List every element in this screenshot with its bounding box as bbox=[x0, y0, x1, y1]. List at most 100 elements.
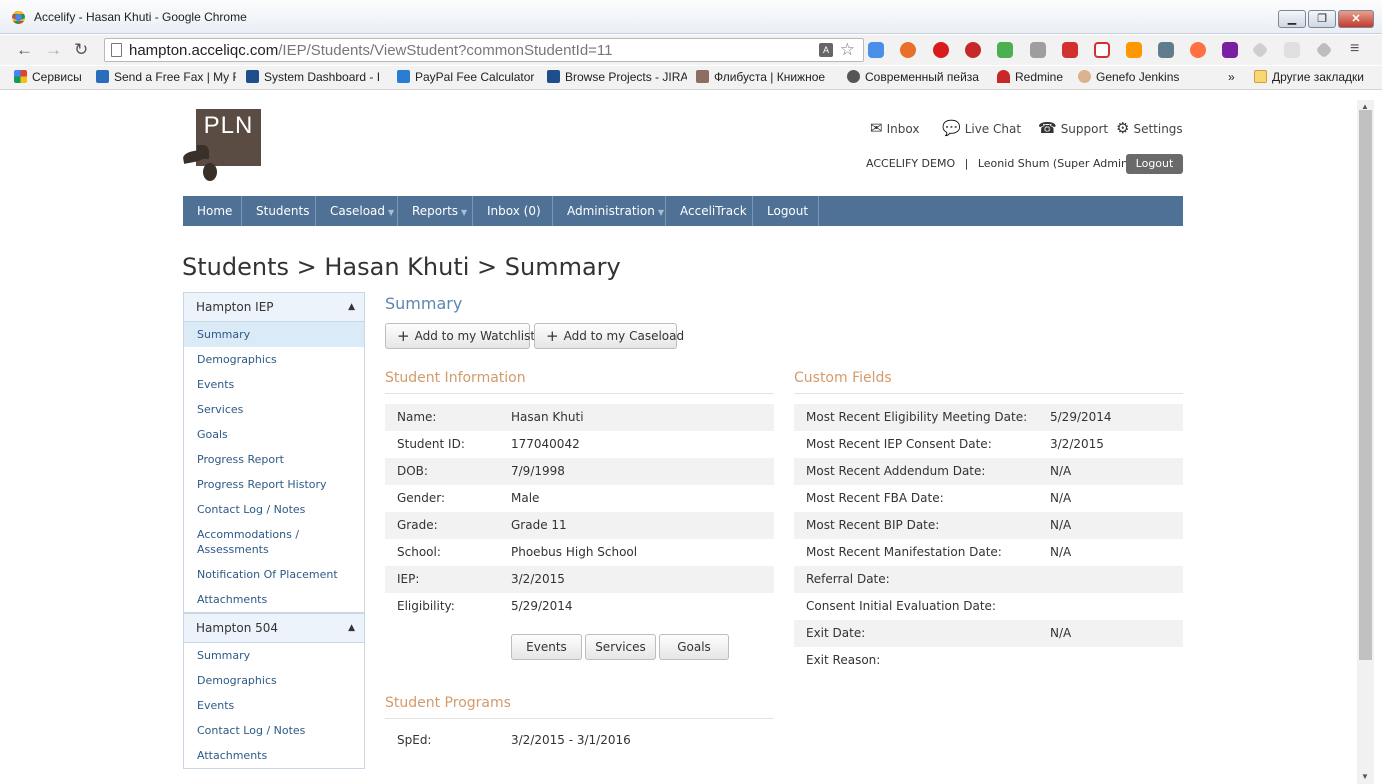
extension-lifebuoy-icon[interactable] bbox=[1190, 42, 1206, 58]
restore-button[interactable]: ❐ bbox=[1308, 10, 1336, 28]
plus-icon: + bbox=[546, 327, 559, 345]
extension-t-icon[interactable] bbox=[900, 42, 916, 58]
sidebar-item-progress-report-history[interactable]: Progress Report History bbox=[184, 472, 364, 497]
bookmark-star-icon[interactable]: ☆ bbox=[840, 40, 855, 60]
google-translate-extension-icon[interactable] bbox=[868, 42, 884, 58]
envelope-icon: ✉ bbox=[870, 119, 883, 137]
opera-extension-icon[interactable] bbox=[933, 42, 949, 58]
nav-reports-label: Reports bbox=[412, 204, 459, 218]
tv-extension-icon[interactable] bbox=[1094, 42, 1110, 58]
custom-row: Consent Initial Evaluation Date: bbox=[794, 593, 1183, 620]
selenium-extension-icon[interactable] bbox=[1158, 42, 1174, 58]
collapse-triangle-icon[interactable]: ▲ bbox=[348, 614, 355, 642]
add-to-watchlist-button[interactable]: + Add to my Watchlist bbox=[385, 323, 535, 349]
sidebar-item-504-contact-log[interactable]: Contact Log / Notes bbox=[184, 718, 364, 743]
address-bar[interactable]: hampton.acceliqc.com/IEP/Students/ViewSt… bbox=[104, 38, 864, 62]
bookmark-flibusta[interactable]: Флибуста | Книжное bbox=[696, 70, 832, 84]
extension-orange-icon[interactable] bbox=[1126, 42, 1142, 58]
custom-label: Exit Reason: bbox=[806, 653, 881, 667]
sidebar-item-services[interactable]: Services bbox=[184, 397, 364, 422]
sidebar-group-title: Hampton IEP bbox=[196, 300, 274, 314]
nav-administration[interactable]: Administration ▼ bbox=[553, 196, 666, 226]
sidebar-item-504-attachments[interactable]: Attachments bbox=[184, 743, 364, 768]
back-icon[interactable]: ← bbox=[16, 41, 33, 58]
bookmark-paypal-calculator[interactable]: PayPal Fee Calculator bbox=[397, 70, 535, 84]
extension-red-icon[interactable] bbox=[1062, 42, 1078, 58]
site-icon bbox=[847, 70, 860, 83]
info-row-iep: IEP: 3/2/2015 bbox=[385, 566, 774, 593]
sidebar-item-attachments[interactable]: Attachments bbox=[184, 587, 364, 612]
divider bbox=[385, 393, 774, 394]
close-window-button[interactable]: ✕ bbox=[1338, 10, 1374, 28]
extension-green-icon[interactable] bbox=[997, 42, 1013, 58]
bookmark-browse-projects[interactable]: Browse Projects - JIRA bbox=[547, 70, 687, 84]
sidebar-item-notification-of-placement[interactable]: Notification Of Placement bbox=[184, 562, 364, 587]
url-text[interactable]: hampton.acceliqc.com/IEP/Students/ViewSt… bbox=[129, 42, 613, 59]
reload-icon[interactable]: ↻ bbox=[74, 41, 88, 58]
nav-reports[interactable]: Reports ▼ bbox=[398, 196, 473, 226]
bookmark-label: Сервисы bbox=[32, 70, 82, 84]
services-button[interactable]: Services bbox=[585, 634, 656, 660]
bookmark-jenkins[interactable]: Genefo Jenkins bbox=[1078, 70, 1182, 84]
nav-accelitrack[interactable]: AcceliTrack bbox=[666, 196, 753, 226]
support-link[interactable]: ☎ Support bbox=[1038, 119, 1108, 137]
extension-purple-icon[interactable] bbox=[1222, 42, 1238, 58]
sidebar-group-hampton-504[interactable]: Hampton 504 ▲ bbox=[183, 613, 365, 643]
custom-value: N/A bbox=[1050, 518, 1072, 532]
custom-row: Most Recent Manifestation Date: N/A bbox=[794, 539, 1183, 566]
sidebar-group-hampton-iep[interactable]: Hampton IEP ▲ bbox=[183, 292, 365, 322]
nav-caseload[interactable]: Caseload ▼ bbox=[316, 196, 398, 226]
bookmark-send-fax[interactable]: Send a Free Fax | My F bbox=[96, 70, 236, 84]
bookmarks-overflow[interactable]: » bbox=[1228, 70, 1242, 84]
sidebar-item-summary[interactable]: Summary bbox=[184, 322, 364, 347]
section-title: Summary bbox=[385, 294, 463, 313]
settings-link[interactable]: ⚙ Settings bbox=[1116, 119, 1183, 137]
nav-inbox[interactable]: Inbox (0) bbox=[473, 196, 553, 226]
minimize-button[interactable]: ▁ bbox=[1278, 10, 1306, 28]
sidebar-item-demographics[interactable]: Demographics bbox=[184, 347, 364, 372]
bookmark-services[interactable]: Сервисы bbox=[14, 70, 92, 84]
goals-button[interactable]: Goals bbox=[659, 634, 729, 660]
inbox-link[interactable]: ✉ Inbox bbox=[870, 119, 919, 137]
events-button[interactable]: Events bbox=[511, 634, 582, 660]
sidebar-item-goals[interactable]: Goals bbox=[184, 422, 364, 447]
sidebar-item-events[interactable]: Events bbox=[184, 372, 364, 397]
scroll-down-icon[interactable]: ▼ bbox=[1361, 772, 1369, 781]
org-name: ACCELIFY DEMO bbox=[866, 157, 956, 170]
nav-home[interactable]: Home bbox=[183, 196, 242, 226]
live-chat-link[interactable]: 💬 Live Chat bbox=[942, 119, 1021, 137]
bookmark-redmine[interactable]: Redmine bbox=[997, 70, 1069, 84]
sidebar-item-504-events[interactable]: Events bbox=[184, 693, 364, 718]
nav-logout[interactable]: Logout bbox=[753, 196, 819, 226]
logout-button[interactable]: Logout bbox=[1126, 154, 1183, 174]
collapse-triangle-icon[interactable]: ▲ bbox=[348, 293, 355, 321]
forward-icon[interactable]: → bbox=[45, 41, 62, 58]
adblock-plus-icon[interactable] bbox=[965, 42, 981, 58]
chat-bubbles-icon: 💬 bbox=[942, 119, 961, 137]
sidebar-item-progress-report[interactable]: Progress Report bbox=[184, 447, 364, 472]
sidebar-item-504-demographics[interactable]: Demographics bbox=[184, 668, 364, 693]
sidebar-item-504-summary[interactable]: Summary bbox=[184, 643, 364, 668]
sidebar-item-contact-log[interactable]: Contact Log / Notes bbox=[184, 497, 364, 522]
main-nav: Home Students Caseload ▼ Reports ▼ Inbox (… bbox=[183, 196, 1183, 226]
translate-icon[interactable]: A bbox=[819, 43, 833, 57]
bookmark-other-folder[interactable]: Другие закладки bbox=[1254, 70, 1374, 84]
menu-icon[interactable]: ≡ bbox=[1350, 40, 1359, 57]
nav-students[interactable]: Students bbox=[242, 196, 316, 226]
info-value: Male bbox=[511, 491, 540, 505]
custom-row: Exit Date: N/A bbox=[794, 620, 1183, 647]
add-to-caseload-button[interactable]: + Add to my Caseload bbox=[534, 323, 684, 349]
page-scrollbar[interactable]: ▲ ▼ bbox=[1357, 100, 1374, 784]
sidebar-item-accommodations[interactable]: Accommodations / Assessments bbox=[184, 522, 304, 562]
apps-icon bbox=[14, 70, 27, 83]
scrollbar-thumb[interactable] bbox=[1359, 110, 1372, 660]
mail-extension-icon[interactable] bbox=[1030, 42, 1046, 58]
inbox-label: Inbox bbox=[886, 122, 920, 136]
bookmark-landscape[interactable]: Современный пейза bbox=[847, 70, 987, 84]
bookmark-system-dashboard[interactable]: System Dashboard - I bbox=[246, 70, 384, 84]
url-host: hampton.acceliqc.com bbox=[129, 42, 279, 59]
book-icon bbox=[696, 70, 709, 83]
info-row-grade: Grade: Grade 11 bbox=[385, 512, 774, 539]
jira-icon bbox=[547, 70, 560, 83]
extension-grey-icon[interactable] bbox=[1284, 42, 1300, 58]
